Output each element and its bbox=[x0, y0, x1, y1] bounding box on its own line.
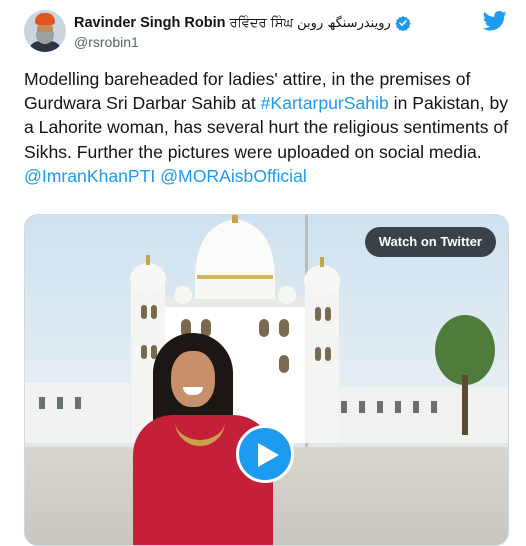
mention-link-1[interactable]: @ImranKhanPTI bbox=[24, 166, 155, 186]
verified-badge-icon bbox=[395, 16, 411, 31]
twitter-bird-icon[interactable] bbox=[483, 11, 507, 31]
mention-link-2[interactable]: @MORAisbOfficial bbox=[160, 166, 307, 186]
author-handle[interactable]: @rsrobin1 bbox=[74, 34, 139, 50]
author-name[interactable]: Ravinder Singh Robin bbox=[74, 15, 225, 31]
play-icon bbox=[258, 443, 279, 467]
tweet-text: Modelling bareheaded for ladies' attire,… bbox=[24, 67, 519, 188]
author-name-row[interactable]: Ravinder Singh Robin ਰਵਿੰਦਰ ਸਿੰਘ رویندرس… bbox=[74, 13, 411, 33]
play-button[interactable] bbox=[236, 425, 294, 483]
hashtag-link[interactable]: #KartarpurSahib bbox=[261, 93, 389, 113]
author-name-gurmukhi: ਰਵਿੰਦਰ ਸਿੰਘ bbox=[229, 15, 294, 31]
author-name-urdu: رویندرسنگھ روبن bbox=[297, 15, 391, 31]
tweet-video[interactable]: Watch on Twitter bbox=[24, 214, 509, 546]
watch-on-twitter-button[interactable]: Watch on Twitter bbox=[364, 227, 496, 257]
author-avatar[interactable] bbox=[24, 10, 66, 52]
